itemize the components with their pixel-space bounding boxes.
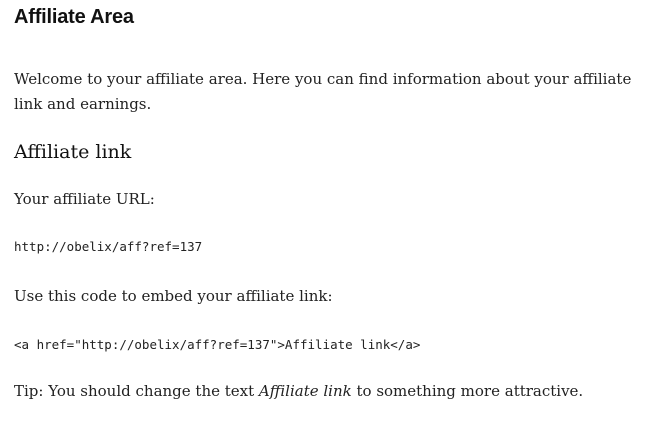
tip-suffix: to something more attractive. xyxy=(351,382,584,400)
affiliate-link-heading: Affiliate link xyxy=(14,141,132,163)
embed-code-snippet[interactable]: <a href="http://obelix/aff?ref=137">Affi… xyxy=(14,336,420,354)
page-title: Affiliate Area xyxy=(14,6,134,28)
intro-text: Welcome to your affiliate area. Here you… xyxy=(14,70,632,113)
tip-prefix: Tip: You should change the text xyxy=(14,382,259,400)
tip-text: Tip: You should change the text Affiliat… xyxy=(14,381,583,401)
tip-emphasis: Affiliate link xyxy=(258,382,352,400)
embed-code-label: Use this code to embed your affiliate li… xyxy=(14,287,333,305)
affiliate-url-label: Your affiliate URL: xyxy=(14,190,155,208)
affiliate-url-value[interactable]: http://obelix/aff?ref=137 xyxy=(14,238,202,256)
